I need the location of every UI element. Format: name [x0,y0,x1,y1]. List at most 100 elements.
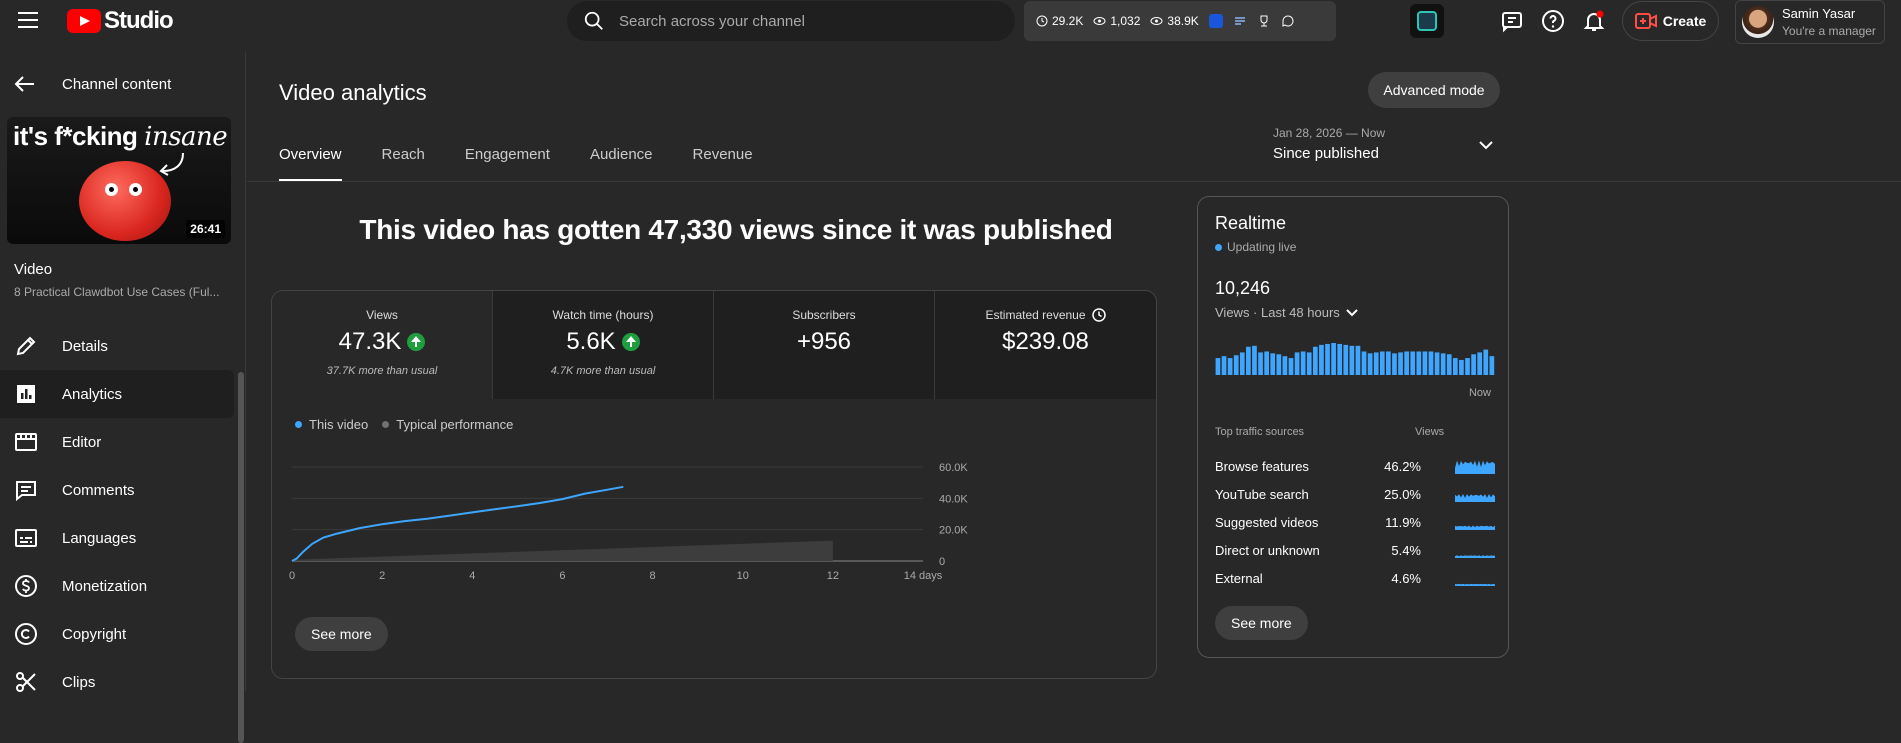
realtime-bar [1337,343,1343,375]
chevron-down-icon [1346,308,1358,316]
sparkline-area [1455,583,1495,585]
x-tick-label: 8 [650,570,656,582]
help-icon[interactable] [1541,9,1565,33]
tab-revenue[interactable]: Revenue [693,146,753,182]
search-bar[interactable]: Search across your channel [567,1,1015,41]
y-tick-label: 60.0K [939,462,968,474]
subscribers-value: 1,032 [1110,14,1141,28]
traffic-source-pct: 11.9% [1385,514,1421,530]
menu-icon[interactable] [18,12,38,28]
sidebar-item-languages[interactable]: Languages [0,514,234,562]
feedback-icon[interactable] [1500,9,1524,33]
legend-item[interactable]: This video [295,417,368,432]
metric-watch-time[interactable]: Watch time (hours) 5.6K 4.7K more than u… [493,291,714,399]
back-to-channel-content[interactable]: Channel content [14,75,171,93]
metric-value: 5.6K [566,328,616,355]
realtime-bar [1404,351,1409,375]
comments-icon [16,481,36,502]
tab-divider [247,181,1901,182]
user-name: Samin Yasar [1782,6,1856,21]
realtime-period: Views · Last 48 hours [1215,305,1340,320]
tab-engagement[interactable]: Engagement [465,146,550,182]
realtime-bar [1294,352,1300,375]
realtime-bar [1410,351,1416,375]
realtime-bar [1459,359,1464,375]
sidebar-item-editor[interactable]: Editor [0,418,234,466]
sidebar-item-label: Languages [62,529,137,547]
x-tick-label: 6 [559,570,565,582]
sparkline-area [1455,460,1495,473]
metric-views[interactable]: Views 47.3K 37.7K more than usual [272,291,493,399]
sidebar-item-copyright[interactable]: Copyright [0,610,234,658]
video-thumbnail[interactable]: it's f*cking insane 26:41 [7,117,231,244]
y-tick-label: 0 [939,556,945,568]
realtime-bar [1367,353,1373,375]
sidebar: Channel content it's f*cking insane 26:4… [0,52,246,743]
views-headline: This video has gotten 47,330 views since… [359,214,1113,245]
realtime-bar [1276,354,1282,375]
tab-audience[interactable]: Audience [590,146,653,182]
eye-icon [1093,17,1106,25]
sidebar-scrollbar[interactable] [238,372,244,743]
watch-time-value: 29.2K [1052,14,1084,28]
traffic-row[interactable]: Suggested videos 11.9% [1215,508,1495,536]
traffic-header-source: Top traffic sources [1215,426,1305,438]
realtime-bar [1489,356,1495,375]
analytics-tabs: Overview Reach Engagement Audience Reven… [279,146,793,182]
realtime-bar [1319,344,1324,375]
traffic-sparkline [1455,460,1495,474]
realtime-bar [1282,356,1288,375]
realtime-bar [1392,353,1397,375]
clock-icon [1091,308,1106,322]
sidebar-item-comments[interactable]: Comments [0,466,234,514]
account-switcher[interactable]: Samin Yasar You're a manager [1735,0,1885,44]
sidebar-item-monetization[interactable]: Monetization [0,562,234,610]
thumbnail-caption: it's f*cking insane [13,121,228,152]
date-range-picker[interactable]: Jan 28, 2026 — Now Since published [1273,126,1385,162]
traffic-sparkline [1455,583,1495,586]
traffic-row[interactable]: External 4.6% [1215,564,1495,592]
sidebar-item-label: Clips [62,673,96,691]
realtime-bar [1355,345,1361,375]
realtime-see-more-button[interactable]: See more [1215,606,1308,640]
legend-label: Typical performance [396,417,514,432]
realtime-bar [1221,356,1227,375]
list-icon[interactable] [1233,14,1247,28]
metric-revenue[interactable]: Estimated revenue $239.08 [935,291,1156,399]
traffic-source-name: Direct or unknown [1215,542,1320,558]
traffic-row[interactable]: Browse features 46.2% [1215,452,1495,480]
advanced-mode-button[interactable]: Advanced mode [1368,72,1500,108]
metric-subscribers[interactable]: Subscribers +956 [714,291,935,399]
sidebar-item-clips[interactable]: Clips [0,658,234,706]
traffic-row[interactable]: YouTube search 25.0% [1215,480,1495,508]
traffic-header-views: Views [1415,426,1445,438]
realtime-bar-chart[interactable] [1215,343,1495,375]
studio-logo[interactable]: Studio [67,7,174,35]
trophy-icon[interactable] [1257,14,1271,28]
realtime-now-label: Now [1468,387,1491,399]
app-extension-icon[interactable] [1410,4,1444,38]
traffic-row[interactable]: Direct or unknown 5.4% [1215,536,1495,564]
traffic-source-pct: 5.4% [1391,542,1421,558]
see-more-button[interactable]: See more [295,617,388,651]
x-tick-label: 12 [827,570,839,582]
extension-icon[interactable] [1208,14,1223,28]
logo-text: Studio [104,7,174,34]
tab-overview[interactable]: Overview [279,146,342,182]
channel-stats-pill[interactable]: 29.2K 1,032 38.9K [1024,1,1336,41]
realtime-bar [1398,352,1403,375]
views-chart[interactable]: 0 20.0K 40.0K 60.0K 0 2 4 6 8 10 12 14 days [272,431,1157,631]
create-button[interactable]: Create [1622,1,1719,41]
scissors-icon [16,672,36,692]
chevron-down-icon[interactable] [1478,137,1494,153]
sidebar-item-analytics[interactable]: Analytics [0,370,234,418]
sidebar-item-details[interactable]: Details [0,322,234,370]
legend-item[interactable]: Typical performance [382,417,513,432]
realtime-bar [1343,344,1349,375]
analytics-icon [17,385,35,403]
tab-reach[interactable]: Reach [382,146,425,182]
realtime-period-dropdown[interactable]: Views · Last 48 hours [1215,305,1491,320]
chat-icon[interactable] [1281,14,1295,28]
notifications-icon[interactable] [1582,9,1606,33]
realtime-bar [1465,358,1470,375]
